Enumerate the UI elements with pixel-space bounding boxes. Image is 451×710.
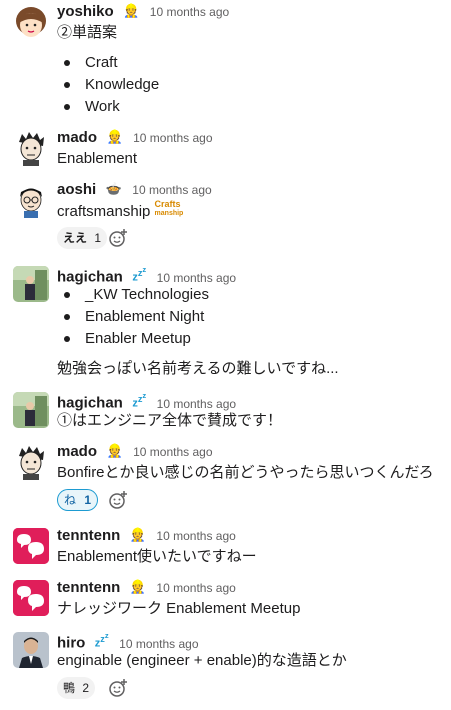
bullet-dot: [64, 314, 70, 320]
reaction-emoji: ね: [64, 493, 77, 507]
message-header: hiro zzz 10 months ago: [57, 631, 199, 652]
zzz-icon: zzz: [132, 265, 147, 284]
message-text: Enablement使いたいですねー: [57, 548, 257, 565]
username[interactable]: hagichan: [57, 269, 123, 286]
avatar-aoshi[interactable]: [13, 182, 49, 218]
avatar-yoshiko[interactable]: [13, 5, 49, 41]
message-text: ①はエンジニア全体で賛成です！: [57, 412, 283, 429]
message-text: 勉強会っぽい名前考えるの難しいですね...: [57, 360, 339, 377]
username[interactable]: tenntenn: [57, 527, 120, 544]
message-header: hagichan zzz 10 months ago: [57, 265, 236, 286]
timestamp[interactable]: 10 months ago: [132, 183, 211, 197]
bullet-dot: [64, 82, 70, 88]
add-reaction-button[interactable]: [107, 677, 129, 699]
timestamp[interactable]: 10 months ago: [156, 529, 235, 543]
username[interactable]: mado: [57, 443, 97, 460]
message-text: Enablement: [57, 150, 138, 167]
bullet-dot: [64, 336, 70, 342]
bullet-dot: [64, 60, 70, 66]
avatar-hagichan[interactable]: [13, 266, 49, 302]
reaction-button[interactable]: ね 1: [57, 489, 99, 511]
username[interactable]: hiro: [57, 635, 85, 652]
username[interactable]: mado: [57, 129, 97, 146]
message-header: mado 👷 10 months ago: [57, 129, 213, 149]
construction-worker-icon: 👷: [106, 129, 123, 144]
timestamp[interactable]: 10 months ago: [150, 5, 229, 19]
avatar-mado[interactable]: [13, 444, 49, 480]
message-text: enginable (engineer + enable)的な造語とか: [57, 652, 347, 669]
message-text: ②単語案: [57, 24, 118, 41]
reaction-emoji: 鴨: [63, 681, 76, 695]
message-header: yoshiko 👷 10 months ago: [57, 3, 229, 23]
reaction-count: 1: [94, 231, 102, 245]
avatar-tenntenn[interactable]: [13, 528, 49, 564]
construction-worker-icon: 👷: [129, 527, 146, 542]
reaction-emoji: ええ: [63, 231, 88, 245]
timestamp[interactable]: 10 months ago: [156, 581, 235, 595]
reaction-button[interactable]: 鴨 2: [57, 677, 96, 699]
avatar-tenntenn[interactable]: [13, 580, 49, 616]
add-reaction-icon: [109, 491, 127, 509]
construction-worker-icon: 👷: [129, 579, 146, 594]
reaction-count: 1: [84, 493, 92, 507]
timestamp[interactable]: 10 months ago: [157, 397, 236, 411]
timestamp[interactable]: 10 months ago: [157, 271, 236, 285]
message-header: aoshi 🍲 10 months ago: [57, 181, 212, 201]
avatar-hagichan[interactable]: [13, 392, 49, 428]
username[interactable]: tenntenn: [57, 579, 120, 596]
timestamp[interactable]: 10 months ago: [133, 131, 212, 145]
bullet-dot: [64, 104, 70, 110]
construction-worker-icon: 👷: [123, 3, 140, 18]
craftsmanship-custom-emoji: Crafts manship: [154, 199, 184, 217]
bullet-dot: [64, 292, 70, 298]
avatar-hiro[interactable]: [13, 632, 49, 668]
message-header: mado 👷 10 months ago: [57, 443, 213, 463]
message-text: ナレッジワーク Enablement Meetup: [57, 600, 301, 617]
zzz-icon: zzz: [132, 391, 147, 410]
reaction-button[interactable]: ええ 1: [57, 227, 108, 249]
message-text: craftsmanship Crafts manship: [57, 199, 184, 220]
message-header: hagichan zzz 10 months ago: [57, 391, 236, 412]
timestamp[interactable]: 10 months ago: [119, 637, 198, 651]
add-reaction-icon: [109, 679, 127, 697]
construction-worker-icon: 👷: [106, 443, 123, 458]
username[interactable]: hagichan: [57, 395, 123, 412]
add-reaction-button[interactable]: [107, 227, 129, 249]
reaction-count: 2: [82, 681, 90, 695]
username[interactable]: aoshi: [57, 181, 96, 198]
username[interactable]: yoshiko: [57, 3, 114, 20]
zzz-icon: zzz: [94, 631, 109, 650]
bowl-icon: 🍲: [105, 181, 122, 196]
avatar-mado[interactable]: [13, 130, 49, 166]
add-reaction-button[interactable]: [107, 489, 129, 511]
message-header: tenntenn 👷 10 months ago: [57, 527, 236, 547]
add-reaction-icon: [109, 229, 127, 247]
timestamp[interactable]: 10 months ago: [133, 445, 212, 459]
message-text: Bonfireとか良い感じの名前どうやったら思いつくんだろ: [57, 464, 434, 481]
message-header: tenntenn 👷 10 months ago: [57, 579, 236, 599]
